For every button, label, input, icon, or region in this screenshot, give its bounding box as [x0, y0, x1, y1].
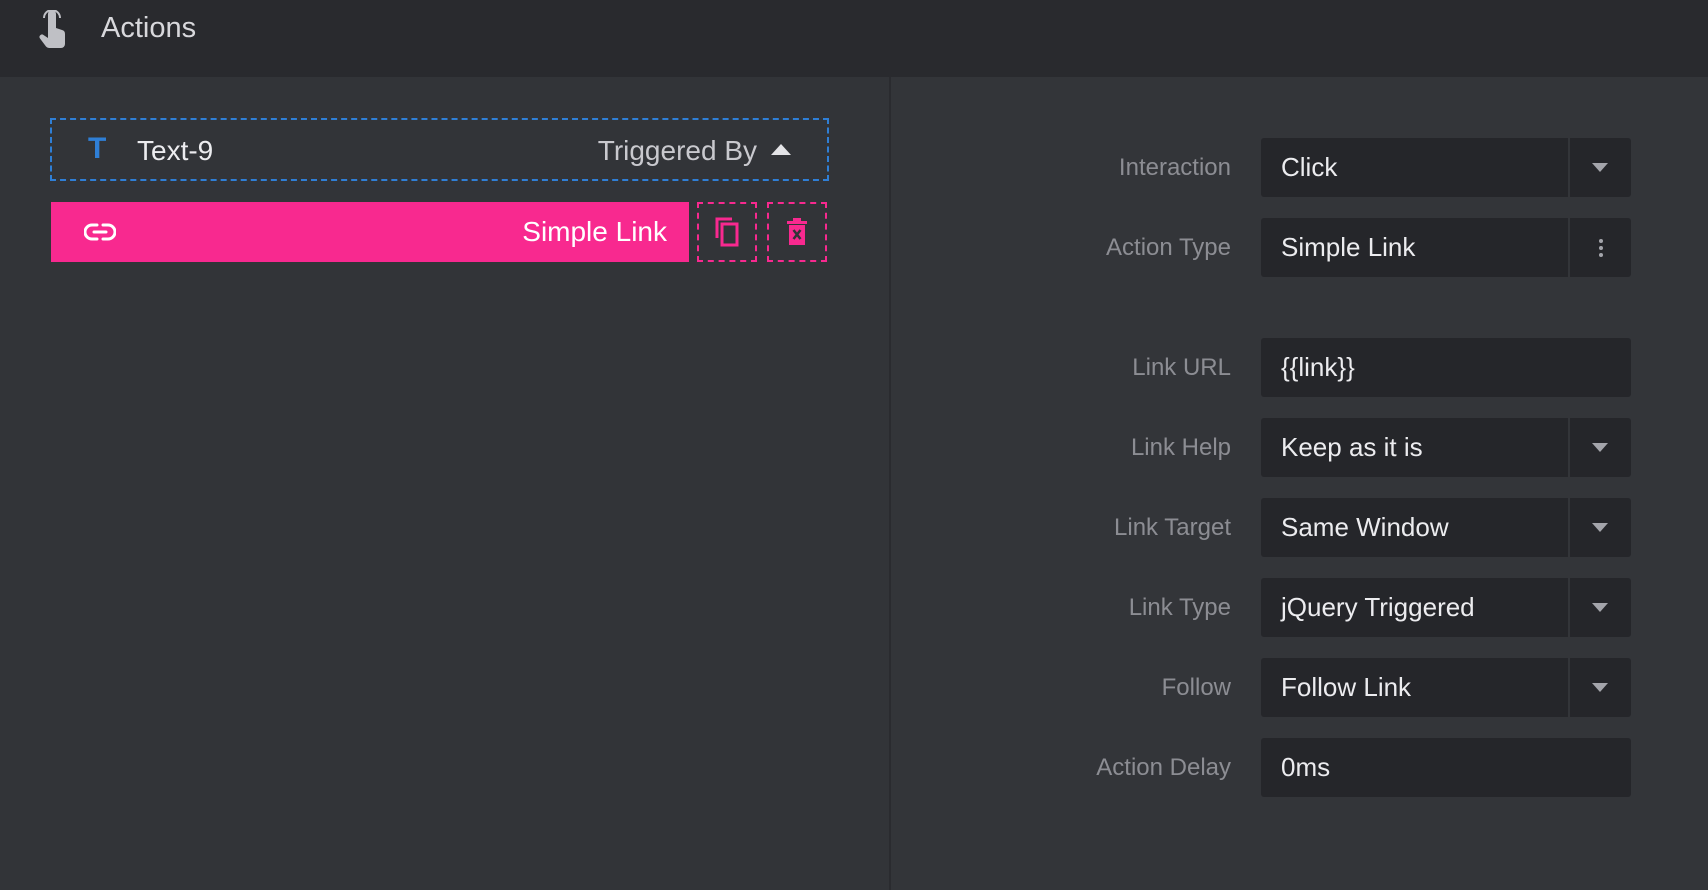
- follow-value: Follow Link: [1281, 672, 1412, 702]
- chevron-down-icon: [1592, 163, 1608, 172]
- interaction-value: Click: [1281, 152, 1338, 182]
- triggered-by-label: Triggered By: [597, 135, 757, 166]
- link-target-label: Link Target: [1114, 514, 1231, 541]
- select-separator: [1568, 658, 1570, 717]
- touch-hand-icon: [39, 10, 66, 48]
- trigger-element-row[interactable]: T Text-9 Triggered By: [50, 118, 829, 181]
- interaction-select[interactable]: Click: [1261, 138, 1631, 197]
- action-delay-value: 0ms: [1281, 752, 1331, 782]
- link-icon: [84, 223, 116, 241]
- chevron-down-icon: [1592, 683, 1608, 692]
- link-url-label: Link URL: [1132, 354, 1231, 381]
- text-element-icon: T: [88, 132, 107, 165]
- chevron-down-icon: [1592, 603, 1608, 612]
- link-help-select[interactable]: Keep as it is: [1261, 418, 1631, 477]
- interaction-label: Interaction: [1118, 154, 1231, 181]
- follow-label: Follow: [1161, 674, 1231, 701]
- select-separator: [1568, 498, 1570, 557]
- select-separator: [1568, 138, 1570, 197]
- chevron-down-icon: [1592, 523, 1608, 532]
- action-delay-input[interactable]: 0ms: [1261, 738, 1631, 797]
- follow-select[interactable]: Follow Link: [1261, 658, 1631, 717]
- action-type-select[interactable]: Simple Link: [1261, 218, 1631, 277]
- header-bar: Actions: [0, 0, 1708, 77]
- action-type-value: Simple Link: [1281, 232, 1416, 262]
- link-target-select[interactable]: Same Window: [1261, 498, 1631, 557]
- duplicate-action-button[interactable]: [697, 202, 757, 262]
- action-type-label: Action Type: [1106, 234, 1231, 261]
- action-label: Simple Link: [522, 216, 667, 247]
- select-separator: [1568, 418, 1570, 477]
- delete-action-button[interactable]: [767, 202, 827, 262]
- trash-icon: [787, 218, 807, 245]
- trigger-element-name: Text-9: [137, 135, 214, 166]
- select-separator: [1568, 578, 1570, 637]
- actions-list-panel: [0, 77, 889, 890]
- link-type-select[interactable]: jQuery Triggered: [1261, 578, 1631, 637]
- link-target-value: Same Window: [1281, 512, 1449, 542]
- link-help-value: Keep as it is: [1281, 432, 1423, 462]
- link-url-input[interactable]: {{link}}: [1261, 338, 1631, 397]
- link-type-value: jQuery Triggered: [1281, 592, 1475, 622]
- link-type-label: Link Type: [1128, 594, 1231, 621]
- select-separator: [1568, 218, 1570, 277]
- more-vertical-icon[interactable]: [1599, 239, 1603, 257]
- action-item-simple-link[interactable]: Simple Link: [51, 202, 689, 262]
- copy-icon: [715, 217, 739, 247]
- link-help-label: Link Help: [1130, 434, 1231, 461]
- action-delay-label: Action Delay: [1096, 754, 1231, 781]
- chevron-down-icon: [1592, 443, 1608, 452]
- page-title: Actions: [101, 12, 197, 44]
- caret-up-icon[interactable]: [771, 144, 791, 155]
- link-url-value: {{link}}: [1281, 352, 1355, 382]
